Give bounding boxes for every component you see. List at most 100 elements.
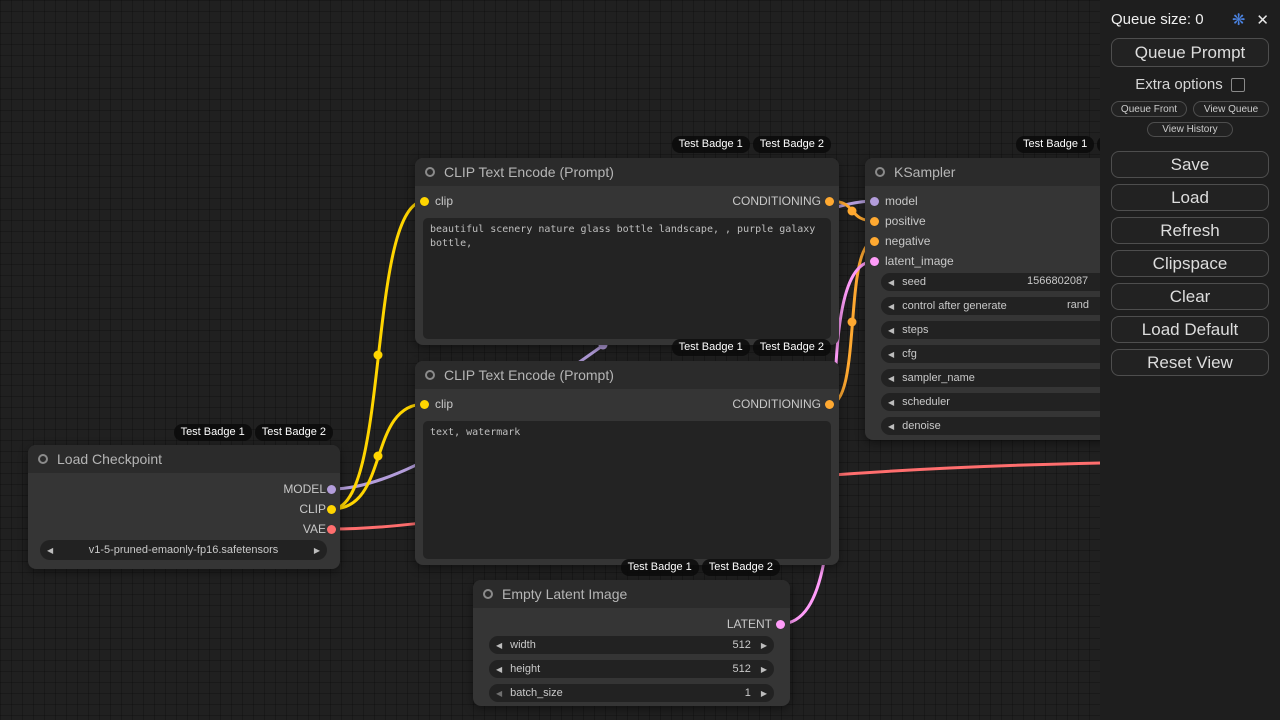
batch-size-widget[interactable]: ◀ batch_size 1 ▶ <box>489 684 774 702</box>
extra-options-row: Extra options <box>1111 76 1269 93</box>
input-slot-model: model <box>885 191 918 211</box>
graph-canvas[interactable]: { "menu": { "queue_size": "Queue size: 0… <box>0 0 1280 720</box>
widget-name: height <box>510 663 540 675</box>
prompt-text-area[interactable]: text, watermark <box>423 421 831 559</box>
decrement-arrow-icon[interactable]: ◀ <box>888 398 894 407</box>
widget-name: steps <box>902 324 928 336</box>
widget-name: seed <box>902 276 926 288</box>
slot-label: CONDITIONING <box>732 194 821 208</box>
input-slot-clip: clip <box>435 394 453 414</box>
decrement-arrow-icon[interactable]: ◀ <box>496 665 502 674</box>
collapse-dot-icon[interactable] <box>38 454 48 464</box>
increment-arrow-icon[interactable]: ▶ <box>761 665 767 674</box>
node-title: Load Checkpoint <box>57 451 162 467</box>
decrement-arrow-icon[interactable]: ◀ <box>888 302 894 311</box>
input-dot-clip[interactable] <box>420 400 429 409</box>
output-slot-clip: CLIP <box>299 499 326 519</box>
output-dot-model[interactable] <box>327 485 336 494</box>
widget-value: 1566802087 <box>1027 275 1088 287</box>
ckpt-name-combo-widget[interactable]: ◀ v1-5-pruned-emaonly-fp16.safetensors ▶ <box>40 540 327 560</box>
output-dot-latent[interactable] <box>776 620 785 629</box>
node-load-checkpoint[interactable]: Test Badge 1 Test Badge 2 Load Checkpoin… <box>28 445 340 569</box>
node-title: Empty Latent Image <box>502 586 627 602</box>
wire-clip-to-positive-prompt <box>332 201 425 509</box>
output-dot-clip[interactable] <box>327 505 336 514</box>
node-title-bar[interactable]: Empty Latent Image <box>473 580 790 608</box>
decrement-arrow-icon[interactable]: ◀ <box>496 641 502 650</box>
widget-name: sampler_name <box>902 372 975 384</box>
collapse-dot-icon[interactable] <box>425 167 435 177</box>
collapse-dot-icon[interactable] <box>875 167 885 177</box>
widget-name: denoise <box>902 420 941 432</box>
decrement-arrow-icon[interactable]: ◀ <box>888 326 894 335</box>
save-button[interactable]: Save <box>1111 151 1269 178</box>
widget-name: batch_size <box>510 687 563 699</box>
output-dot-conditioning[interactable] <box>825 197 834 206</box>
prompt-text-area[interactable]: beautiful scenery nature glass bottle la… <box>423 218 831 339</box>
input-dot-model[interactable] <box>870 197 879 206</box>
node-badges: Test Badge 1 Test Badge 2 <box>174 424 333 441</box>
decrement-arrow-icon[interactable]: ◀ <box>888 374 894 383</box>
input-dot-positive[interactable] <box>870 217 879 226</box>
test-badge-1: Test Badge 1 <box>672 136 750 153</box>
decrement-arrow-icon[interactable]: ◀ <box>888 422 894 431</box>
clear-button[interactable]: Clear <box>1111 283 1269 310</box>
output-dot-conditioning[interactable] <box>825 400 834 409</box>
wire-midpoint-dot <box>848 207 857 216</box>
output-slot-model: MODEL <box>283 479 326 499</box>
node-empty-latent-image[interactable]: Test Badge 1 Test Badge 2 Empty Latent I… <box>473 580 790 706</box>
input-dot-clip[interactable] <box>420 197 429 206</box>
load-button[interactable]: Load <box>1111 184 1269 211</box>
extra-options-checkbox[interactable] <box>1231 78 1245 92</box>
slot-label: latent_image <box>885 254 954 268</box>
node-title: CLIP Text Encode (Prompt) <box>444 164 614 180</box>
slot-label: model <box>885 194 918 208</box>
refresh-button[interactable]: Refresh <box>1111 217 1269 244</box>
widget-value: 512 <box>732 663 750 675</box>
node-title: KSampler <box>894 164 955 180</box>
collapse-dot-icon[interactable] <box>483 589 493 599</box>
clipspace-button[interactable]: Clipspace <box>1111 250 1269 277</box>
node-title-bar[interactable]: CLIP Text Encode (Prompt) <box>415 158 839 186</box>
view-queue-button[interactable]: View Queue <box>1193 101 1269 117</box>
test-badge-2: Test Badge 2 <box>255 424 333 441</box>
queue-prompt-button[interactable]: Queue Prompt <box>1111 38 1269 67</box>
reset-view-button[interactable]: Reset View <box>1111 349 1269 376</box>
input-slot-negative: negative <box>885 231 930 251</box>
menu-header: Queue size: 0 ❋ ✕ <box>1111 10 1269 29</box>
decrement-arrow-icon[interactable]: ◀ <box>888 350 894 359</box>
increment-arrow-icon[interactable]: ▶ <box>761 641 767 650</box>
node-title-bar[interactable]: CLIP Text Encode (Prompt) <box>415 361 839 389</box>
output-slot-conditioning: CONDITIONING <box>732 191 821 211</box>
collapse-dot-icon[interactable] <box>425 370 435 380</box>
test-badge-1: Test Badge 1 <box>1016 136 1094 153</box>
increment-arrow-icon[interactable]: ▶ <box>314 546 320 555</box>
test-badge-2: Test Badge 2 <box>702 559 780 576</box>
view-history-button[interactable]: View History <box>1147 122 1233 137</box>
load-default-button[interactable]: Load Default <box>1111 316 1269 343</box>
input-dot-latent-image[interactable] <box>870 257 879 266</box>
node-clip-text-encode-positive[interactable]: Test Badge 1 Test Badge 2 CLIP Text Enco… <box>415 158 839 345</box>
decrement-arrow-icon[interactable]: ◀ <box>496 689 502 698</box>
node-clip-text-encode-negative[interactable]: Test Badge 1 Test Badge 2 CLIP Text Enco… <box>415 361 839 565</box>
decrement-arrow-icon[interactable]: ◀ <box>47 546 53 555</box>
height-widget[interactable]: ◀ height 512 ▶ <box>489 660 774 678</box>
widget-value: rand <box>1067 299 1089 311</box>
close-icon[interactable]: ✕ <box>1256 11 1269 29</box>
node-title: CLIP Text Encode (Prompt) <box>444 367 614 383</box>
ckpt-name-value: v1-5-pruned-emaonly-fp16.safetensors <box>57 544 310 556</box>
slot-label: VAE <box>303 522 326 536</box>
output-dot-vae[interactable] <box>327 525 336 534</box>
test-badge-2: Test Badge 2 <box>753 339 831 356</box>
test-badge-1: Test Badge 1 <box>621 559 699 576</box>
queue-front-button[interactable]: Queue Front <box>1111 101 1187 117</box>
node-title-bar[interactable]: Load Checkpoint <box>28 445 340 473</box>
widget-name: control after generate <box>902 300 1007 312</box>
output-slot-conditioning: CONDITIONING <box>732 394 821 414</box>
queue-controls-row: Queue Front View Queue <box>1111 101 1269 117</box>
decrement-arrow-icon[interactable]: ◀ <box>888 278 894 287</box>
input-dot-negative[interactable] <box>870 237 879 246</box>
settings-gear-icon[interactable]: ❋ <box>1232 10 1245 29</box>
increment-arrow-icon[interactable]: ▶ <box>761 689 767 698</box>
width-widget[interactable]: ◀ width 512 ▶ <box>489 636 774 654</box>
